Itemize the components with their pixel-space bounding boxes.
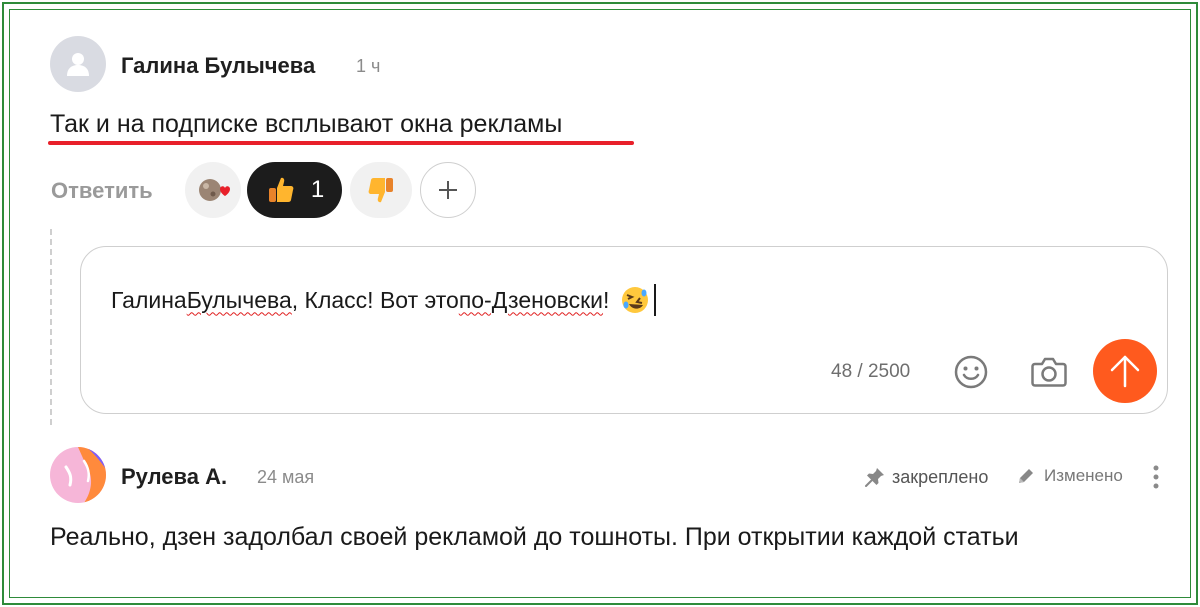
attach-photo-button[interactable] [1027, 350, 1071, 394]
spellcheck-word: по-Дзеновски [458, 286, 604, 313]
reply-button[interactable]: Ответить [51, 178, 153, 204]
camera-icon [1031, 357, 1067, 387]
reply-text-part: ! [603, 286, 616, 313]
add-reaction-button[interactable] [420, 162, 476, 218]
comment-author[interactable]: Рулева А. [121, 464, 227, 490]
comment-time: 24 мая [257, 467, 315, 487]
comment-author[interactable]: Галина Булычева [121, 53, 315, 79]
thumbs-up-count: 1 [310, 176, 325, 203]
char-counter: 48 / 2500 [831, 361, 911, 382]
spellcheck-word: Булычева [186, 286, 292, 313]
kebab-menu-icon [1153, 465, 1159, 489]
rolling-laughing-face-icon [621, 287, 648, 313]
avatar[interactable] [50, 447, 106, 503]
planet-heart-icon [199, 179, 230, 201]
comment-text: Так и на подписке всплывают окна рекламы [50, 110, 563, 138]
reaction-planet-heart[interactable] [185, 162, 241, 218]
edited-label: Изменено [1044, 466, 1123, 485]
text-caret [653, 284, 656, 316]
comment-time: 1 ч [356, 56, 381, 76]
smiley-icon [954, 355, 988, 389]
reply-editor[interactable]: Галина Булычева, Класс! Вот это по-Дзено… [80, 246, 1168, 414]
more-options-button[interactable] [1146, 462, 1166, 492]
thread-line [50, 229, 52, 425]
thumbs-down-icon [368, 178, 393, 203]
plus-icon [439, 181, 457, 199]
reaction-thumbs-down[interactable] [350, 162, 412, 218]
pinned-label: закреплено [892, 466, 989, 487]
comment-text: Реально, дзен задолбал своей рекламой до… [50, 523, 1019, 551]
red-underline-annotation [48, 141, 634, 145]
pinned-badge: закреплено [864, 466, 988, 488]
reply-input-text[interactable]: Галина Булычева, Класс! Вот это по-Дзено… [111, 284, 656, 316]
arrow-up-icon [1110, 355, 1140, 388]
thumbs-up-icon [268, 177, 294, 202]
send-button[interactable] [1093, 339, 1157, 403]
avatar-default[interactable] [50, 36, 106, 92]
avatar-image [50, 447, 106, 503]
reaction-thumbs-up[interactable]: 1 [247, 162, 342, 218]
emoji-button[interactable] [949, 350, 993, 394]
reply-text-part: Галина [111, 286, 187, 313]
pencil-icon [1019, 469, 1033, 483]
user-icon [67, 53, 89, 76]
pin-icon [865, 468, 884, 487]
edited-badge: Изменено [1016, 466, 1123, 486]
reply-text-part: , Класс! Вот это [291, 286, 459, 313]
